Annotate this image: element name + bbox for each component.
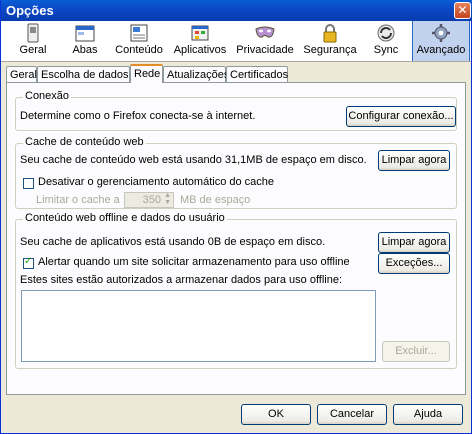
- cache-legend: Cache de conteúdo web: [23, 136, 146, 148]
- offline-sites-label: Estes sites estão autorizados a armazena…: [20, 274, 343, 286]
- cancel-button[interactable]: Cancelar: [317, 404, 387, 425]
- connection-group: Conexão Determine como o Firefox conecta…: [15, 90, 457, 131]
- offline-description: Seu cache de aplicativos está usando 0B …: [20, 236, 326, 248]
- general-switch-icon: [27, 23, 39, 43]
- offline-sites-list[interactable]: [21, 290, 376, 362]
- cache-limit-unit: MB de espaço: [180, 194, 251, 206]
- connection-legend: Conexão: [23, 90, 72, 102]
- connection-description: Determine como o Firefox conecta-se à in…: [20, 110, 256, 122]
- toolbar-item-avancado[interactable]: Avançado: [412, 21, 470, 61]
- exceptions-button[interactable]: Exceções...: [378, 253, 450, 274]
- override-cache-checkbox[interactable]: [23, 178, 34, 189]
- toolbar-item-conteudo[interactable]: Conteúdo: [113, 21, 165, 61]
- close-icon: ✕: [457, 3, 468, 17]
- tab-rede[interactable]: Rede: [130, 64, 163, 83]
- tab-certificados[interactable]: Certificados: [226, 66, 288, 82]
- content-page-icon: [130, 24, 148, 42]
- tabs-window-icon: [75, 25, 95, 42]
- preferences-toolbar: Geral Abas Conteúdo Aplicativos Privacid…: [1, 21, 471, 62]
- ok-button[interactable]: OK: [241, 404, 311, 425]
- toolbar-item-aplicativos[interactable]: Aplicativos: [171, 21, 229, 61]
- stepper-arrows-icon: ▲ ▼: [164, 192, 171, 206]
- toolbar-item-sync[interactable]: Sync: [365, 21, 407, 61]
- remove-site-button[interactable]: Excluir...: [382, 341, 450, 362]
- offline-legend: Conteúdo web offline e dados do usuário: [23, 212, 227, 224]
- title-bar[interactable]: Opções ✕: [1, 0, 472, 21]
- offline-group: Conteúdo web offline e dados do usuário …: [15, 212, 457, 369]
- window-title: Opções: [6, 3, 54, 18]
- advanced-gear-icon: [432, 24, 450, 42]
- security-lock-icon: [323, 24, 337, 43]
- tab-geral[interactable]: Geral: [6, 66, 37, 82]
- warn-offline-checkbox[interactable]: [23, 256, 34, 269]
- tab-escolha-de-dados[interactable]: Escolha de dados: [37, 66, 130, 82]
- cache-limit-stepper[interactable]: 350 ▲ ▼: [124, 192, 174, 208]
- privacy-mask-icon: [255, 26, 275, 38]
- override-cache-label[interactable]: Desativar o gerenciamento automático do …: [38, 176, 274, 188]
- applications-icon: [191, 25, 209, 41]
- warn-offline-label[interactable]: Alertar quando um site solicitar armazen…: [38, 256, 350, 268]
- cache-description: Seu cache de conteúdo web está usando 31…: [20, 154, 367, 166]
- toolbar-item-seguranca[interactable]: Segurança: [301, 21, 359, 61]
- help-button[interactable]: Ajuda: [393, 404, 463, 425]
- tab-atualizacoes[interactable]: Atualizações: [163, 66, 229, 82]
- toolbar-item-abas[interactable]: Abas: [63, 21, 107, 61]
- cache-group: Cache de conteúdo web Seu cache de conte…: [15, 136, 457, 209]
- toolbar-item-privacidade[interactable]: Privacidade: [235, 21, 295, 61]
- cache-limit-value: 350: [142, 194, 161, 206]
- close-button[interactable]: ✕: [454, 2, 471, 19]
- options-window: Opções ✕ Geral Abas Conteúdo Aplicativos…: [0, 0, 472, 434]
- toolbar-item-geral[interactable]: Geral: [11, 21, 55, 61]
- sync-icon: [377, 24, 395, 42]
- clear-offline-button[interactable]: Limpar agora: [378, 232, 450, 253]
- clear-cache-button[interactable]: Limpar agora: [378, 150, 450, 171]
- cache-limit-label: Limitar o cache a: [36, 194, 120, 206]
- rede-panel: Conexão Determine como o Firefox conecta…: [6, 82, 466, 395]
- configure-connection-button[interactable]: Configurar conexão...: [346, 106, 456, 127]
